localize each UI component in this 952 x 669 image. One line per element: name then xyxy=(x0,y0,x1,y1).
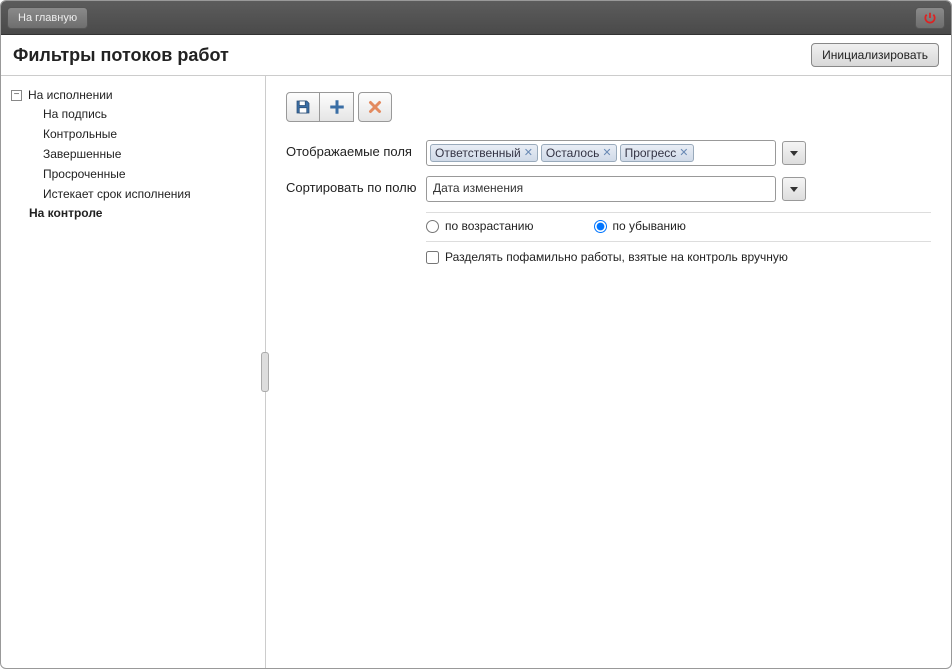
sort-field-select[interactable]: Дата изменения xyxy=(426,176,776,202)
split-by-name-label: Разделять пофамильно работы, взятые на к… xyxy=(445,250,788,264)
tag-item[interactable]: Осталось ✕ xyxy=(541,144,617,162)
splitter-handle[interactable] xyxy=(261,352,269,392)
tree-children: На подпись Контрольные Завершенные Проср… xyxy=(9,104,257,204)
display-fields-row: Отображаемые поля Ответственный ✕ Остало… xyxy=(286,140,931,166)
tree-node-item[interactable]: На подпись xyxy=(43,104,257,124)
delete-button[interactable] xyxy=(358,92,392,122)
add-button[interactable] xyxy=(320,92,354,122)
sort-asc-radio[interactable] xyxy=(426,220,439,233)
display-fields-dropdown-button[interactable] xyxy=(782,141,806,165)
save-icon xyxy=(294,98,312,116)
sort-desc-radio[interactable] xyxy=(594,220,607,233)
tree-node-item[interactable]: Контрольные xyxy=(43,124,257,144)
header-bar: Фильтры потоков работ Инициализировать xyxy=(1,35,951,76)
home-button[interactable]: На главную xyxy=(7,7,88,29)
tree-node-item[interactable]: Завершенные xyxy=(43,144,257,164)
split-by-name-checkbox[interactable] xyxy=(426,251,439,264)
sort-asc-label: по возрастанию xyxy=(445,219,534,233)
tag-item[interactable]: Прогресс ✕ xyxy=(620,144,694,162)
tag-label: Прогресс xyxy=(625,146,677,160)
tree-node-label: На подпись xyxy=(43,107,107,121)
sort-desc-label: по убыванию xyxy=(613,219,686,233)
display-fields-input[interactable]: Ответственный ✕ Осталось ✕ Прогресс ✕ xyxy=(426,140,776,166)
sort-field-label: Сортировать по полю xyxy=(286,176,426,195)
top-toolbar: На главную xyxy=(1,1,951,35)
tag-item[interactable]: Ответственный ✕ xyxy=(430,144,538,162)
app-window: На главную Фильтры потоков работ Инициал… xyxy=(0,0,952,669)
sort-field-dropdown-button[interactable] xyxy=(782,177,806,201)
tag-label: Осталось xyxy=(546,146,599,160)
tag-remove-icon[interactable]: ✕ xyxy=(524,148,533,159)
plus-icon xyxy=(328,98,346,116)
tree-node-label: На контроле xyxy=(29,206,102,220)
tag-remove-icon[interactable]: ✕ xyxy=(679,148,688,159)
tree-node-control[interactable]: На контроле xyxy=(9,204,257,222)
main-panel: Отображаемые поля Ответственный ✕ Остало… xyxy=(266,76,951,668)
content-area: − На исполнении На подпись Контрольные З… xyxy=(1,76,951,668)
tree-node-item[interactable]: Просроченные xyxy=(43,164,257,184)
save-button[interactable] xyxy=(286,92,320,122)
chevron-down-icon xyxy=(789,148,799,158)
tree-node-item[interactable]: Истекает срок исполнения xyxy=(43,184,257,204)
initialize-button[interactable]: Инициализировать xyxy=(811,43,939,67)
display-fields-label: Отображаемые поля xyxy=(286,140,426,159)
action-toolbar xyxy=(286,92,931,122)
tree-node-root[interactable]: − На исполнении xyxy=(9,86,257,104)
tree-node-label: Контрольные xyxy=(43,127,117,141)
power-icon xyxy=(923,11,937,25)
chevron-down-icon xyxy=(789,184,799,194)
page-title: Фильтры потоков работ xyxy=(13,45,229,66)
sort-direction-row: по возрастанию по убыванию xyxy=(426,212,931,233)
split-by-name-row: Разделять пофамильно работы, взятые на к… xyxy=(426,241,931,264)
tree-node-label: Истекает срок исполнения xyxy=(43,187,191,201)
tree-node-label: На исполнении xyxy=(28,88,113,102)
sort-field-row: Сортировать по полю Дата изменения xyxy=(286,176,931,202)
tree-collapse-icon[interactable]: − xyxy=(11,90,22,101)
sort-asc-option[interactable]: по возрастанию xyxy=(426,219,534,233)
power-button[interactable] xyxy=(915,7,945,29)
tree-node-label: Завершенные xyxy=(43,147,121,161)
tag-remove-icon[interactable]: ✕ xyxy=(602,148,611,159)
tree-node-label: Просроченные xyxy=(43,167,126,181)
sidebar: − На исполнении На подпись Контрольные З… xyxy=(1,76,266,668)
filter-tree: − На исполнении На подпись Контрольные З… xyxy=(9,86,257,222)
tag-label: Ответственный xyxy=(435,146,521,160)
delete-icon xyxy=(366,98,384,116)
sort-desc-option[interactable]: по убыванию xyxy=(594,219,686,233)
